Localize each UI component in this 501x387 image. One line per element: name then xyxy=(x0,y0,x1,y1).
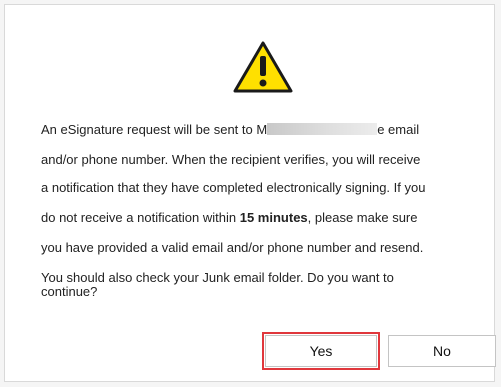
message-line-3: a notification that they have completed … xyxy=(41,180,426,195)
redacted-recipient xyxy=(267,123,378,135)
no-button[interactable]: No xyxy=(388,335,496,367)
message-line-2: and/or phone number. When the recipient … xyxy=(41,152,421,167)
message-line-5: you have provided a valid email and/or p… xyxy=(41,240,424,255)
message-line-4: do not receive a notification within 15 … xyxy=(41,210,418,225)
yes-button[interactable]: Yes xyxy=(262,332,380,370)
message-line-1: An eSignature request will be sent to Me… xyxy=(41,122,420,137)
timeout-emphasis: 15 minutes xyxy=(239,210,308,225)
message-line-6: You should also check your Junk email fo… xyxy=(41,270,394,285)
confirmation-dialog: An eSignature request will be sent to Me… xyxy=(4,4,496,382)
warning-triangle-icon xyxy=(233,41,293,93)
message-line-7: continue? xyxy=(41,284,98,299)
